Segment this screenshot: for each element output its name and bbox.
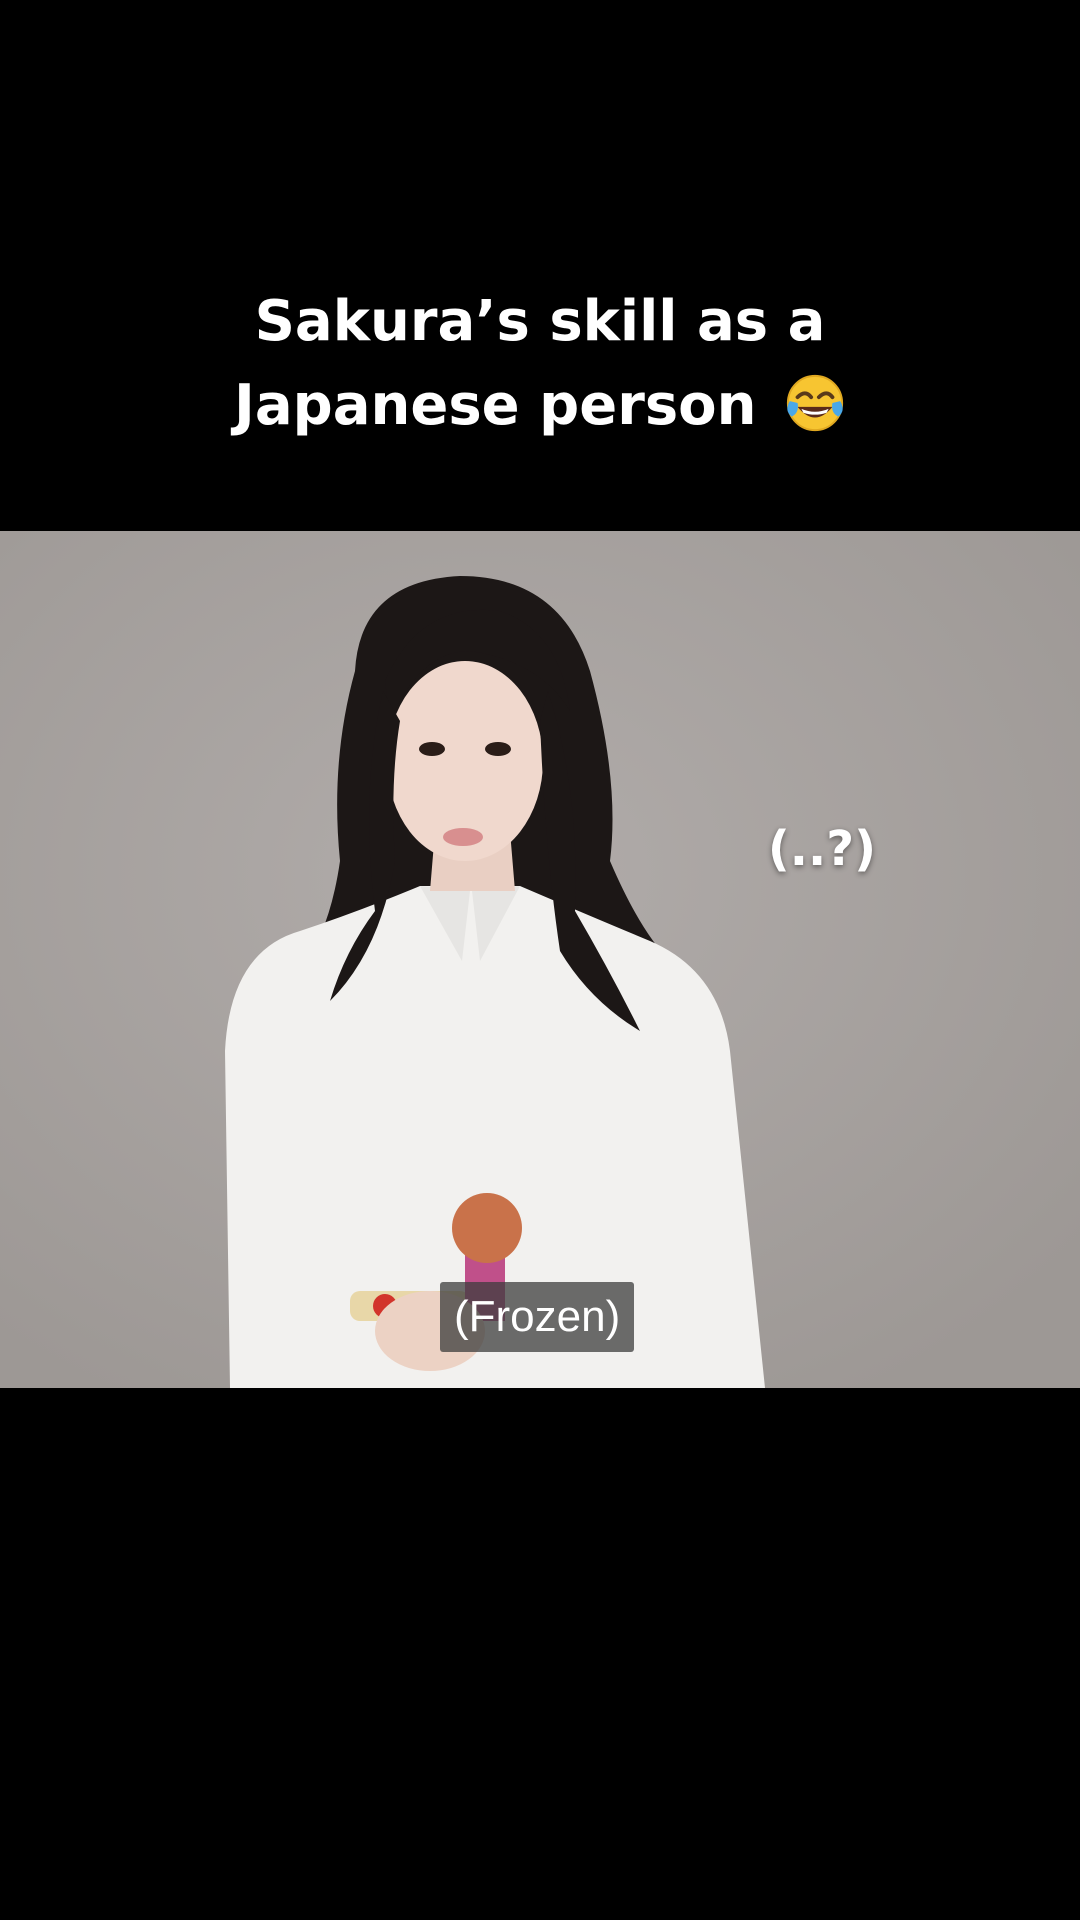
person-photo [0, 531, 1080, 1388]
caption-line-2: Japanese person [233, 373, 757, 438]
caption-line-1: Sakura’s skill as a [254, 289, 826, 354]
caption-block: Sakura’s skill as a Japanese person [0, 280, 1080, 448]
video-frame: (..?) (Frozen) [0, 531, 1080, 1388]
caption-line-2-wrap: Japanese person [0, 364, 1080, 448]
face-with-tears-of-joy-icon [786, 374, 844, 432]
overlay-reaction-text: (..?) [767, 821, 876, 877]
subtitle-caption: (Frozen) [440, 1282, 635, 1352]
